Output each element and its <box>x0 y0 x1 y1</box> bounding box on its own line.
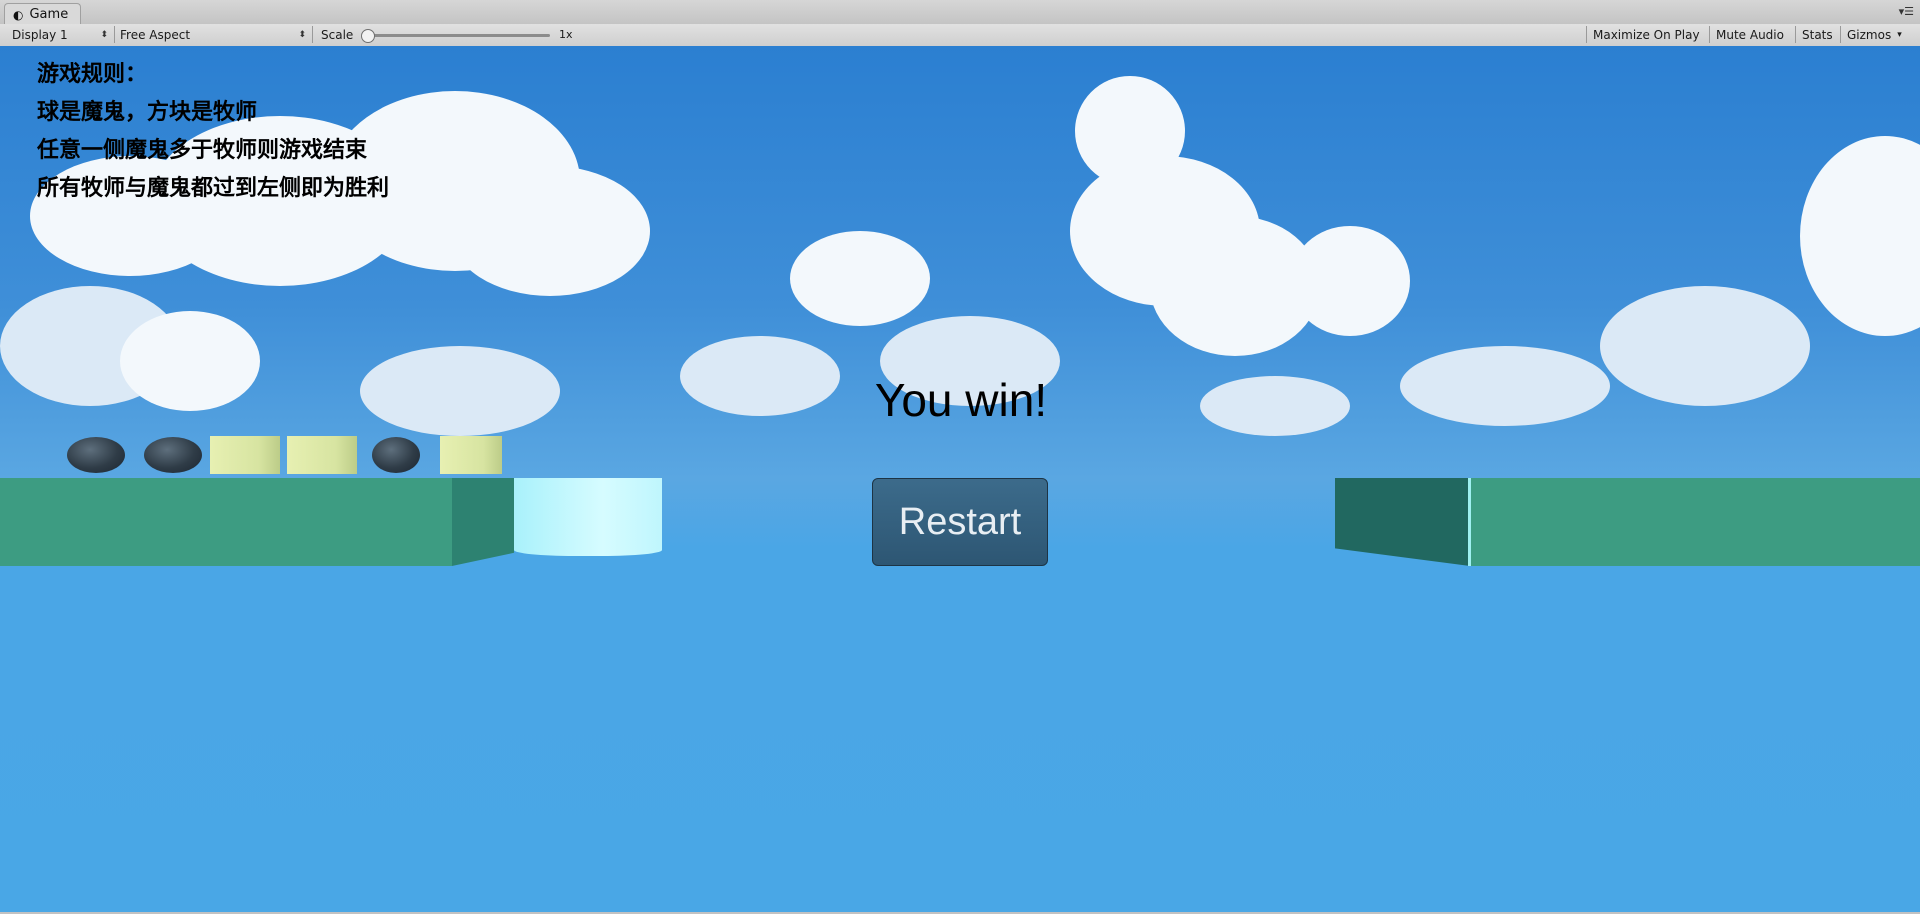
dropdown-arrow-icon: ⬍ <box>100 29 108 40</box>
gizmos-label: Gizmos <box>1847 27 1892 42</box>
scale-slider-handle[interactable] <box>361 29 375 43</box>
rules-line: 球是魔鬼，方块是牧师 <box>37 100 258 125</box>
boat[interactable] <box>514 478 662 556</box>
priest-cube[interactable] <box>440 436 502 474</box>
display-dropdown[interactable]: Display 1 ⬍ <box>4 26 115 43</box>
aspect-dropdown[interactable]: Free Aspect ⬍ <box>112 26 313 43</box>
tab-title: Game <box>29 7 69 22</box>
devil-sphere[interactable] <box>67 437 125 473</box>
win-message: You win! <box>874 374 1048 426</box>
game-toolbar: Display 1 ⬍ Free Aspect ⬍ Scale 1x Maxim… <box>0 24 1920 47</box>
priest-cube[interactable] <box>210 436 280 474</box>
devil-sphere[interactable] <box>144 437 202 473</box>
mute-audio-button[interactable]: Mute Audio <box>1709 26 1790 43</box>
dropdown-arrow-icon: ▾ <box>1897 29 1902 40</box>
restart-button[interactable]: Restart <box>872 478 1048 566</box>
aspect-label: Free Aspect <box>120 27 191 42</box>
scale-value: 1x <box>559 28 573 41</box>
display-label: Display 1 <box>12 27 68 42</box>
left-bank <box>0 478 452 566</box>
rules-line: 所有牧师与魔鬼都过到左侧即为胜利 <box>37 176 390 201</box>
rules-title: 游戏规则： <box>37 62 148 87</box>
priest-cube[interactable] <box>287 436 357 474</box>
right-bank-edge <box>1335 478 1470 566</box>
devil-sphere[interactable] <box>372 437 420 473</box>
unity-game-icon: ◐ <box>13 7 24 22</box>
rules-line: 任意一侧魔鬼多于牧师则游戏结束 <box>37 138 368 163</box>
left-bank-edge <box>452 478 514 566</box>
gizmos-button[interactable]: Gizmos ▾ <box>1840 26 1908 43</box>
game-view[interactable]: 游戏规则： 球是魔鬼，方块是牧师 任意一侧魔鬼多于牧师则游戏结束 所有牧师与魔鬼… <box>0 46 1920 912</box>
tab-game[interactable]: ◐ Game <box>4 3 82 25</box>
stats-button[interactable]: Stats <box>1795 26 1839 43</box>
dropdown-arrow-icon: ⬍ <box>298 29 306 40</box>
scale-label: Scale <box>321 27 354 42</box>
tab-bar: ◐ Game ▾☰ <box>0 0 1920 25</box>
tab-menu-icon[interactable]: ▾☰ <box>1899 5 1914 18</box>
game-window: ◐ Game ▾☰ Display 1 ⬍ Free Aspect ⬍ Scal… <box>0 0 1920 914</box>
scale-slider-track[interactable] <box>368 34 550 37</box>
rules-panel: 游戏规则： 球是魔鬼，方块是牧师 任意一侧魔鬼多于牧师则游戏结束 所有牧师与魔鬼… <box>37 56 389 208</box>
maximize-on-play-button[interactable]: Maximize On Play <box>1586 26 1706 43</box>
right-bank <box>1471 478 1920 566</box>
